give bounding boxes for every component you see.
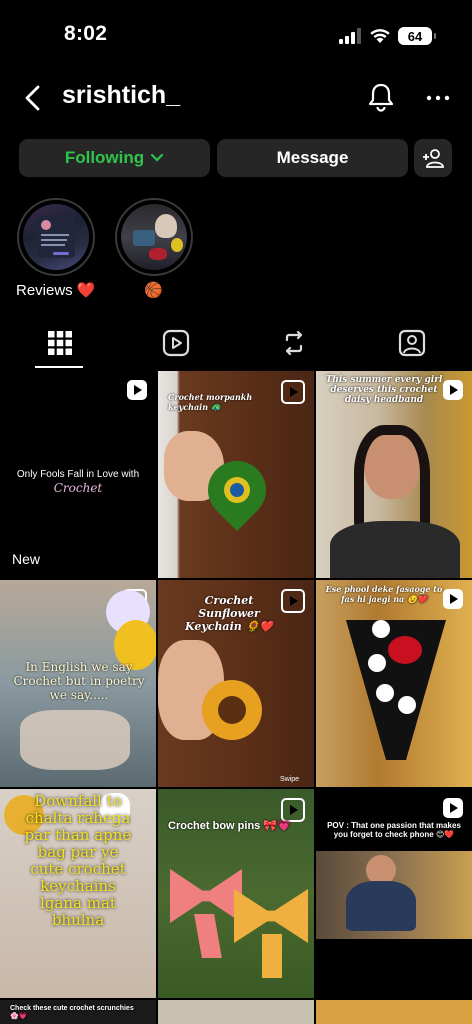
post-caption: Crochet morpankh keychain 🦚 (168, 392, 253, 412)
post-caption: Crochet Sunflower Keychain 🌻❤️ (185, 594, 273, 633)
following-button[interactable]: Following (19, 139, 210, 177)
highlight-reviews-cover (23, 204, 89, 270)
pink-bow-tail (194, 914, 222, 958)
post-thumbnail[interactable] (158, 1000, 314, 1024)
reels-tab-icon[interactable] (161, 328, 191, 358)
post-caption-crochet: Crochet (53, 481, 103, 495)
active-tab-indicator (35, 366, 83, 368)
new-badge: New (12, 551, 41, 567)
daisy-flower (376, 684, 394, 702)
back-arrow-icon[interactable] (22, 84, 44, 112)
reel-icon (281, 589, 305, 613)
post-caption: Check these cute crochet scrunchies 🌸💗 (10, 1005, 134, 1020)
sunflower-center (218, 696, 246, 724)
message-button[interactable]: Message (217, 139, 408, 177)
hands-shape (20, 710, 130, 770)
post-caption: Crochet bow pins 🎀💗 (168, 820, 291, 832)
post-thumbnail[interactable]: This summer every girl deserves this cro… (316, 371, 472, 578)
chevron-down-icon (151, 153, 164, 162)
post-caption: Downfall to chalta rahega par than apne … (24, 792, 132, 929)
post-thumbnail[interactable]: Only Fools Fall in Love with Crochet New (0, 371, 156, 578)
battery-indicator: 64 (398, 27, 436, 45)
post-thumbnail[interactable]: Ese phool deke fasaoge to fas hi jaegi n… (316, 580, 472, 787)
suggested-users-button[interactable] (414, 139, 452, 177)
person-shape (346, 881, 416, 931)
yellow-bow-tail (262, 934, 282, 978)
post-thumbnail[interactable]: Crochet Sunflower Keychain 🌻❤️ Swipe (158, 580, 314, 787)
wifi-icon (370, 29, 390, 43)
cellular-signal-icon (339, 28, 361, 44)
highlight-ball-label: 🏀 (144, 282, 163, 299)
tshirt-shape (330, 521, 460, 578)
post-thumbnail[interactable]: Downfall to chalta rahega par than apne … (0, 789, 156, 998)
highlight-reviews-label: Reviews ❤️ (16, 282, 96, 299)
highlight-reviews[interactable] (17, 198, 95, 276)
more-options-icon[interactable] (426, 86, 450, 110)
post-thumbnail[interactable]: POV : That one passion that makes you fo… (316, 789, 472, 998)
daisy-flower (372, 620, 390, 638)
reposts-tab-icon[interactable] (279, 328, 309, 358)
swipe-label: Swipe (280, 776, 300, 783)
status-bar: 8:02 64 (0, 0, 472, 70)
message-label: Message (276, 148, 349, 167)
post-thumbnail[interactable] (316, 1000, 472, 1024)
add-user-icon (423, 149, 444, 168)
post-thumbnail[interactable]: Check these cute crochet scrunchies 🌸💗 (0, 1000, 156, 1024)
tagged-tab-icon[interactable] (397, 328, 427, 358)
daisy-flower (368, 654, 386, 672)
post-caption: Ese phool deke fasaoge to fas hi jaegi n… (325, 584, 443, 604)
post-caption: This summer every girl deserves this cro… (325, 375, 443, 405)
post-caption: In English we say Crochet but in poetry … (13, 660, 145, 702)
status-time: 8:02 (64, 22, 108, 45)
highlight-ball[interactable] (115, 198, 193, 276)
post-thumbnail[interactable]: Crochet bow pins 🎀💗 (158, 789, 314, 998)
grid-tab-icon[interactable] (45, 328, 75, 358)
profile-username: srishtich_ (62, 81, 181, 109)
following-label: Following (64, 148, 145, 167)
highlight-ball-cover (121, 204, 187, 270)
daisy-flower (398, 696, 416, 714)
post-thumbnail[interactable]: In English we say Crochet but in poetry … (0, 580, 156, 787)
reel-icon (443, 798, 463, 818)
reel-icon (127, 380, 147, 400)
post-thumbnail[interactable]: Crochet morpankh keychain 🦚 (158, 371, 314, 578)
notification-bell-icon[interactable] (367, 82, 395, 112)
post-caption: POV : That one passion that makes you fo… (327, 821, 461, 839)
post-caption: Only Fools Fall in Love with (16, 469, 140, 480)
feather-eye-inner (230, 483, 244, 497)
rose-flower (388, 636, 422, 664)
